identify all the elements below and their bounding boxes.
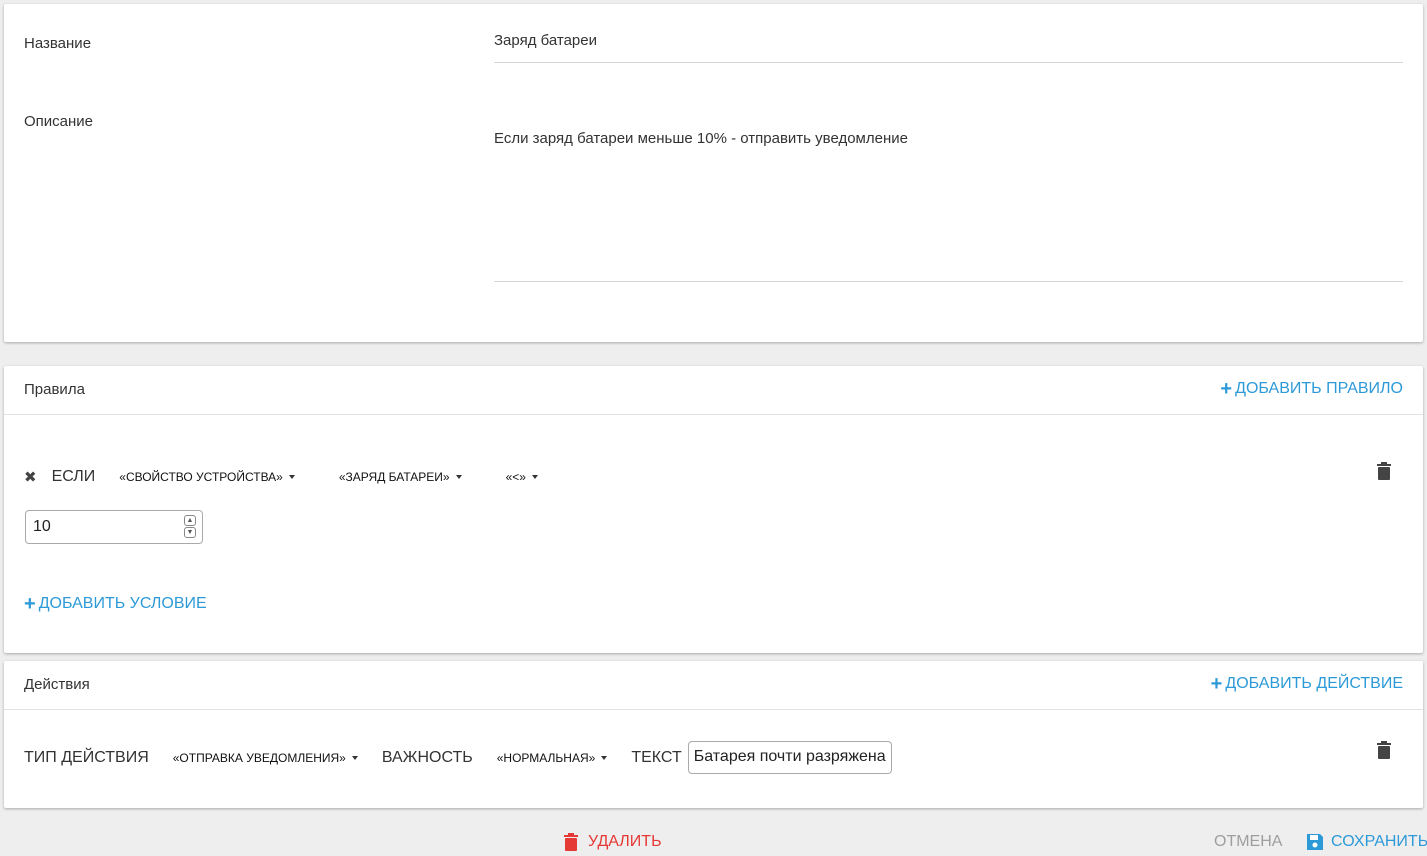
if-label: ЕСЛИ bbox=[51, 468, 96, 485]
name-field-underline bbox=[494, 62, 1403, 63]
add-action-label: ДОБАВИТЬ ДЕЙСТВИЕ bbox=[1225, 675, 1403, 692]
condition-property-dropdown[interactable]: «ЗАРЯД БАТАРЕИ» bbox=[339, 470, 462, 484]
text-label: ТЕКСТ bbox=[631, 748, 682, 766]
add-condition-button[interactable]: + ДОБАВИТЬ УСЛОВИЕ bbox=[24, 593, 207, 615]
description-field-underline bbox=[494, 281, 1403, 282]
action-type-value: «ОТПРАВКА УВЕДОМЛЕНИЯ» bbox=[172, 750, 346, 765]
add-condition-label: ДОБАВИТЬ УСЛОВИЕ bbox=[38, 595, 207, 612]
condition-row: ✖ ЕСЛИ «СВОЙСТВО УСТРОЙСТВА» «ЗАРЯД БАТА… bbox=[24, 468, 538, 486]
action-row: ТИП ДЕЙСТВИЯ «ОТПРАВКА УВЕДОМЛЕНИЯ» ВАЖН… bbox=[24, 741, 892, 774]
trash-icon bbox=[564, 833, 578, 851]
add-action-button[interactable]: + ДОБАВИТЬ ДЕЙСТВИЕ bbox=[1210, 673, 1403, 695]
trash-icon[interactable] bbox=[1377, 741, 1391, 759]
severity-value: «НОРМАЛЬНАЯ» bbox=[496, 750, 596, 765]
decrement-icon[interactable]: ▼ bbox=[184, 527, 196, 538]
cancel-label: ОТМЕНА bbox=[1214, 833, 1283, 850]
plus-icon: + bbox=[1210, 673, 1223, 695]
caret-down-icon bbox=[288, 475, 295, 479]
add-rule-button[interactable]: + ДОБАВИТЬ ПРАВИЛО bbox=[1220, 378, 1403, 400]
floppy-disk-icon bbox=[1307, 834, 1323, 850]
rules-title: Правила bbox=[24, 381, 85, 398]
condition-value: 10 bbox=[33, 518, 51, 535]
severity-label: ВАЖНОСТЬ bbox=[381, 748, 473, 766]
caret-down-icon bbox=[455, 475, 462, 479]
name-field[interactable]: Заряд батареи bbox=[494, 32, 1403, 49]
condition-operator-dropdown[interactable]: «<» bbox=[506, 470, 538, 484]
add-rule-label: ДОБАВИТЬ ПРАВИЛО bbox=[1235, 380, 1403, 397]
increment-icon[interactable]: ▲ bbox=[184, 515, 196, 526]
condition-property-value: «ЗАРЯД БАТАРЕИ» bbox=[338, 470, 450, 484]
actions-title: Действия bbox=[24, 676, 90, 693]
caret-down-icon bbox=[351, 755, 358, 760]
rules-header: Правила + ДОБАВИТЬ ПРАВИЛО bbox=[4, 366, 1423, 415]
delete-label: УДАЛИТЬ bbox=[588, 833, 662, 850]
cancel-button[interactable]: ОТМЕНА bbox=[1214, 833, 1282, 851]
description-label: Описание bbox=[24, 113, 94, 130]
notification-text-input[interactable]: Батарея почти разряжена bbox=[687, 741, 892, 774]
caret-down-icon bbox=[601, 755, 608, 760]
trash-icon[interactable] bbox=[1377, 462, 1391, 480]
condition-operator-value: «<» bbox=[505, 470, 526, 484]
actions-card: Действия + ДОБАВИТЬ ДЕЙСТВИЕ ТИП ДЕЙСТВИ… bbox=[4, 661, 1423, 808]
delete-button[interactable]: УДАЛИТЬ bbox=[564, 833, 662, 851]
action-type-dropdown[interactable]: «ОТПРАВКА УВЕДОМЛЕНИЯ» bbox=[173, 751, 358, 765]
condition-source-dropdown[interactable]: «СВОЙСТВО УСТРОЙСТВА» bbox=[119, 470, 295, 484]
plus-icon: + bbox=[1220, 378, 1233, 400]
save-button[interactable]: СОХРАНИТЬ bbox=[1306, 833, 1427, 851]
plus-icon: + bbox=[24, 593, 36, 615]
general-card: Название Заряд батареи Описание Если зар… bbox=[4, 4, 1423, 342]
description-field[interactable]: Если заряд батареи меньше 10% - отправит… bbox=[494, 130, 1403, 147]
condition-value-input[interactable]: 10 ▲ ▼ bbox=[25, 510, 203, 544]
number-spinner[interactable]: ▲ ▼ bbox=[184, 515, 196, 539]
save-label: СОХРАНИТЬ bbox=[1331, 833, 1427, 850]
close-icon[interactable]: ✖ bbox=[24, 468, 37, 486]
action-type-label: ТИП ДЕЙСТВИЯ bbox=[24, 748, 149, 766]
actions-header: Действия + ДОБАВИТЬ ДЕЙСТВИЕ bbox=[4, 661, 1423, 710]
name-label: Название bbox=[24, 35, 92, 52]
rules-card: Правила + ДОБАВИТЬ ПРАВИЛО ✖ ЕСЛИ «СВОЙС… bbox=[4, 366, 1423, 653]
severity-dropdown[interactable]: «НОРМАЛЬНАЯ» bbox=[497, 751, 608, 765]
caret-down-icon bbox=[531, 475, 538, 479]
condition-source-value: «СВОЙСТВО УСТРОЙСТВА» bbox=[119, 470, 283, 484]
